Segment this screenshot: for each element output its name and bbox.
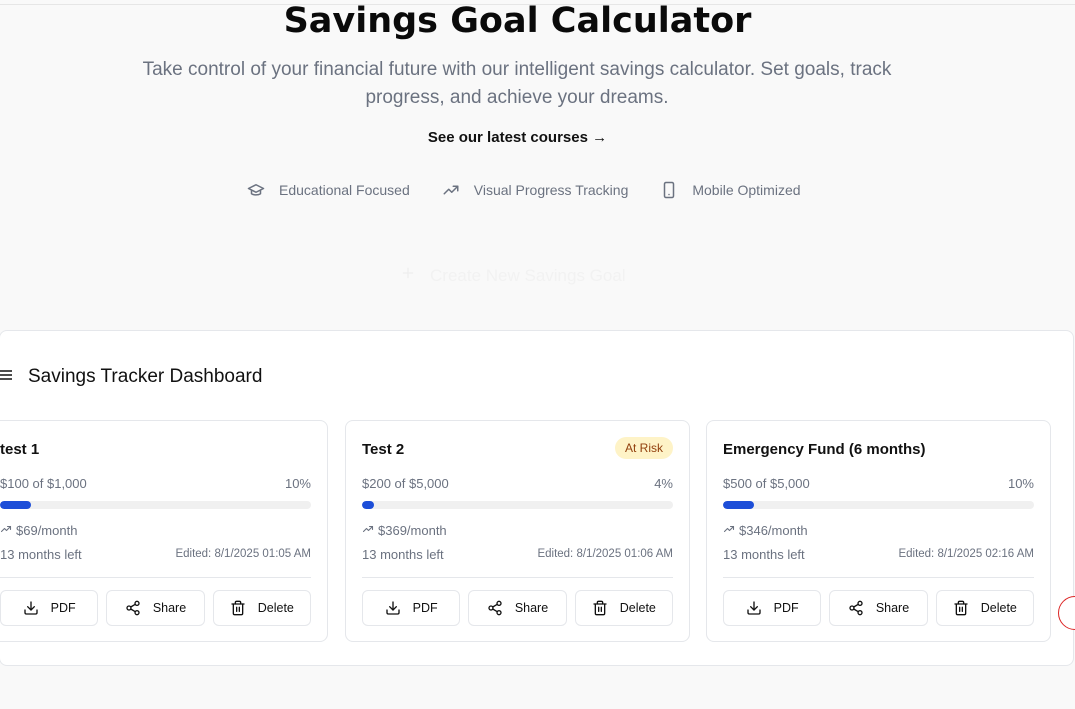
page-subtitle: Take control of your financial future wi… <box>142 59 892 108</box>
progress-bar <box>362 501 673 509</box>
edited-timestamp: Edited: 8/1/2025 02:16 AM <box>898 548 1034 560</box>
share-button[interactable]: Share <box>829 590 928 626</box>
goal-percent: 4% <box>654 476 673 491</box>
goal-percent: 10% <box>1007 476 1034 491</box>
menu-icon[interactable] <box>0 368 12 386</box>
delete-button[interactable]: Delete <box>574 590 673 626</box>
goal-card: Emergency Fund (6 months) $500 of $5,000… <box>706 420 1051 642</box>
pdf-button[interactable]: PDF <box>362 590 461 626</box>
feature-label: Visual Progress Tracking <box>473 182 629 198</box>
pdf-button[interactable]: PDF <box>0 590 99 626</box>
pdf-label: PDF <box>50 601 76 615</box>
progress-bar <box>0 501 311 509</box>
goal-name: Emergency Fund (6 months) <box>723 441 926 458</box>
dashboard-header: Savings Tracker Dashboard <box>0 365 262 389</box>
edited-timestamp: Edited: 8/1/2025 01:06 AM <box>537 548 673 560</box>
share-label: Share <box>875 601 910 615</box>
months-left: 13 months left <box>723 547 805 562</box>
card-actions: PDF Share Delete <box>0 590 311 626</box>
download-icon <box>746 600 762 616</box>
monthly-amount: $346/month <box>739 523 808 538</box>
savings-dashboard: Savings Tracker Dashboard test 1 $100 of… <box>0 330 1074 666</box>
monthly-needed: $369/month <box>362 523 447 538</box>
monthly-needed: $69/month <box>0 523 77 538</box>
trending-up-icon <box>0 523 12 538</box>
share-icon <box>487 600 503 616</box>
pdf-button[interactable]: PDF <box>723 590 822 626</box>
share-icon <box>125 600 141 616</box>
months-left: 13 months left <box>362 547 444 562</box>
page-title: Savings Goal Calculator <box>283 1 752 41</box>
months-left: 13 months left <box>0 547 82 562</box>
monthly-amount: $369/month <box>378 523 447 538</box>
status-badge: At Risk <box>614 437 673 459</box>
card-divider <box>723 577 1034 578</box>
share-button[interactable]: Share <box>468 590 567 626</box>
card-divider <box>0 577 311 578</box>
goal-card: test 1 $100 of $1,000 10% $69/month 13 m… <box>0 420 328 642</box>
trash-icon <box>592 600 608 616</box>
card-actions: PDF Share Delete <box>723 590 1034 626</box>
create-goal-label: Create New Savings Goal <box>430 266 626 285</box>
pdf-label: PDF <box>412 601 438 615</box>
progress-bar <box>723 501 1034 509</box>
download-icon <box>385 600 401 616</box>
trending-up-icon <box>723 523 735 538</box>
feature-label: Educational Focused <box>279 182 410 198</box>
delete-button[interactable]: Delete <box>212 590 311 626</box>
progress-fill <box>0 501 32 509</box>
share-label: Share <box>152 601 187 615</box>
courses-link[interactable]: See our latest courses → <box>0 128 1035 148</box>
monthly-amount: $69/month <box>16 523 78 538</box>
trending-up-icon <box>442 181 460 199</box>
delete-label: Delete <box>619 601 656 615</box>
share-label: Share <box>514 601 549 615</box>
trending-up-icon <box>362 523 374 538</box>
goal-percent: 10% <box>284 476 311 491</box>
feature-label: Mobile Optimized <box>692 182 801 198</box>
goal-amount: $100 of $1,000 <box>0 476 87 491</box>
share-icon <box>848 600 864 616</box>
feature-progress: Visual Progress Tracking <box>442 181 629 199</box>
delete-label: Delete <box>980 601 1017 615</box>
feature-mobile: Mobile Optimized <box>660 181 801 199</box>
card-divider <box>362 577 673 578</box>
goal-name: Test 2 <box>362 441 405 458</box>
dashboard-title: Savings Tracker Dashboard <box>28 366 263 387</box>
goal-amount: $500 of $5,000 <box>723 476 810 491</box>
card-actions: PDF Share Delete <box>362 590 673 626</box>
edited-timestamp: Edited: 8/1/2025 01:05 AM <box>175 548 311 560</box>
plus-icon <box>400 264 416 288</box>
smartphone-icon <box>660 181 678 199</box>
feature-list: Educational Focused Visual Progress Trac… <box>247 181 801 199</box>
goal-card: Test 2 At Risk $200 of $5,000 4% $369/mo… <box>345 420 690 642</box>
trash-icon <box>230 600 246 616</box>
progress-fill <box>723 501 755 509</box>
trash-icon <box>953 600 969 616</box>
goal-name: test 1 <box>0 441 40 458</box>
delete-label: Delete <box>257 601 294 615</box>
goal-amount: $200 of $5,000 <box>362 476 449 491</box>
graduation-cap-icon <box>247 181 265 199</box>
delete-button[interactable]: Delete <box>935 590 1034 626</box>
download-icon <box>23 600 39 616</box>
feature-educational: Educational Focused <box>247 181 410 199</box>
progress-fill <box>362 501 375 509</box>
share-button[interactable]: Share <box>106 590 205 626</box>
pdf-label: PDF <box>773 601 799 615</box>
monthly-needed: $346/month <box>723 523 808 538</box>
create-goal-button[interactable]: Create New Savings Goal <box>400 264 626 288</box>
